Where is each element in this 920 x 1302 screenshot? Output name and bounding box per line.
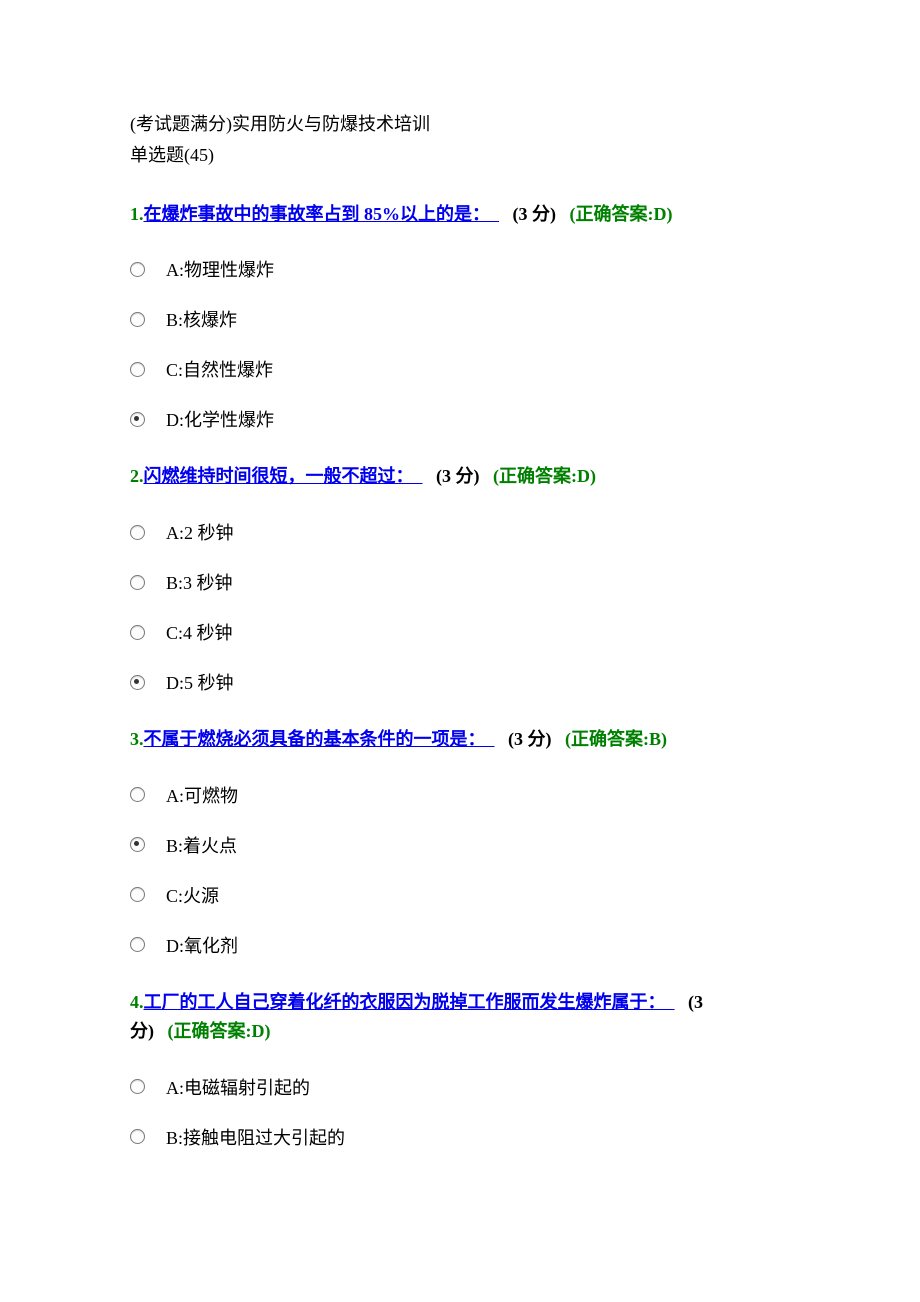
option-label: C:自然性爆炸 [166,356,273,382]
radio-icon-checked[interactable] [130,412,145,427]
question-4-points-part2: 分) [130,1021,154,1041]
radio-icon[interactable] [130,937,145,952]
radio-icon[interactable] [130,312,145,327]
question-1-option-b[interactable]: B:核爆炸 [130,306,790,332]
question-3-link[interactable]: 不属于燃烧必须具备的基本条件的一项是： [144,729,477,749]
radio-icon[interactable] [130,525,145,540]
question-3-option-c[interactable]: C:火源 [130,882,790,908]
radio-icon[interactable] [130,1129,145,1144]
question-3-points: (3 分) [508,729,552,749]
question-4: 4.工厂的工人自己穿着化纤的衣服因为脱掉工作服而发生爆炸属于： (3 分) (正… [130,988,790,1150]
header-line-2: 单选题(45) [130,141,790,170]
question-2-link[interactable]: 闪燃维持时间很短，一般不超过： [144,466,405,486]
option-label: B:接触电阻过大引起的 [166,1124,345,1150]
question-2-pad [405,466,423,486]
question-4-option-a[interactable]: A:电磁辐射引起的 [130,1074,790,1100]
question-2-correct: (正确答案:D) [493,466,596,486]
option-label: D:化学性爆炸 [166,406,274,432]
question-3-options: A:可燃物 B:着火点 C:火源 D:氧化剂 [130,782,790,958]
option-label: D:5 秒钟 [166,669,234,695]
question-4-pad [657,992,675,1012]
question-3-number: 3. [130,729,144,749]
question-1-title: 1.在爆炸事故中的事故率占到 85%以上的是： (3 分) (正确答案:D) [130,200,790,229]
question-2-points: (3 分) [436,466,480,486]
radio-icon[interactable] [130,887,145,902]
radio-icon[interactable] [130,575,145,590]
radio-icon[interactable] [130,787,145,802]
question-4-link[interactable]: 工厂的工人自己穿着化纤的衣服因为脱掉工作服而发生爆炸属于： [144,992,657,1012]
option-label: B:核爆炸 [166,306,237,332]
option-label: A:电磁辐射引起的 [166,1074,310,1100]
question-4-title: 4.工厂的工人自己穿着化纤的衣服因为脱掉工作服而发生爆炸属于： (3 分) (正… [130,988,790,1046]
question-2-option-a[interactable]: A:2 秒钟 [130,519,790,545]
option-label: A:物理性爆炸 [166,256,274,282]
question-4-option-b[interactable]: B:接触电阻过大引起的 [130,1124,790,1150]
option-label: D:氧化剂 [166,932,238,958]
question-2-number: 2. [130,466,144,486]
question-1-pad [481,204,499,224]
question-4-points-part1: (3 [688,992,703,1012]
question-2-option-c[interactable]: C:4 秒钟 [130,619,790,645]
question-2: 2.闪燃维持时间很短，一般不超过： (3 分) (正确答案:D) A:2 秒钟 … [130,462,790,695]
radio-icon[interactable] [130,262,145,277]
question-3: 3.不属于燃烧必须具备的基本条件的一项是： (3 分) (正确答案:B) A:可… [130,725,790,958]
question-2-options: A:2 秒钟 B:3 秒钟 C:4 秒钟 D:5 秒钟 [130,519,790,695]
question-1: 1.在爆炸事故中的事故率占到 85%以上的是： (3 分) (正确答案:D) A… [130,200,790,433]
question-3-correct: (正确答案:B) [565,729,667,749]
question-3-option-a[interactable]: A:可燃物 [130,782,790,808]
question-2-option-d[interactable]: D:5 秒钟 [130,669,790,695]
option-label: C:4 秒钟 [166,619,233,645]
question-1-points: (3 分) [513,204,557,224]
question-3-option-b[interactable]: B:着火点 [130,832,790,858]
question-1-option-c[interactable]: C:自然性爆炸 [130,356,790,382]
question-3-title: 3.不属于燃烧必须具备的基本条件的一项是： (3 分) (正确答案:B) [130,725,790,754]
question-3-option-d[interactable]: D:氧化剂 [130,932,790,958]
question-1-correct: (正确答案:D) [570,204,673,224]
option-label: A:可燃物 [166,782,238,808]
option-label: C:火源 [166,882,219,908]
radio-icon[interactable] [130,1079,145,1094]
question-1-options: A:物理性爆炸 B:核爆炸 C:自然性爆炸 D:化学性爆炸 [130,256,790,432]
option-label: A:2 秒钟 [166,519,234,545]
question-1-number: 1. [130,204,144,224]
header-line-1: (考试题满分)实用防火与防爆技术培训 [130,110,790,139]
document-page: (考试题满分)实用防火与防爆技术培训 单选题(45) 1.在爆炸事故中的事故率占… [0,0,920,1234]
question-4-options: A:电磁辐射引起的 B:接触电阻过大引起的 [130,1074,790,1150]
question-4-correct: (正确答案:D) [168,1021,271,1041]
option-label: B:着火点 [166,832,237,858]
question-4-number: 4. [130,992,144,1012]
radio-icon[interactable] [130,625,145,640]
question-3-pad [477,729,495,749]
question-2-title: 2.闪燃维持时间很短，一般不超过： (3 分) (正确答案:D) [130,462,790,491]
radio-icon-checked[interactable] [130,675,145,690]
radio-icon[interactable] [130,362,145,377]
question-1-option-a[interactable]: A:物理性爆炸 [130,256,790,282]
question-1-option-d[interactable]: D:化学性爆炸 [130,406,790,432]
option-label: B:3 秒钟 [166,569,233,595]
question-2-option-b[interactable]: B:3 秒钟 [130,569,790,595]
radio-icon-checked[interactable] [130,837,145,852]
question-1-link[interactable]: 在爆炸事故中的事故率占到 85%以上的是： [144,204,482,224]
